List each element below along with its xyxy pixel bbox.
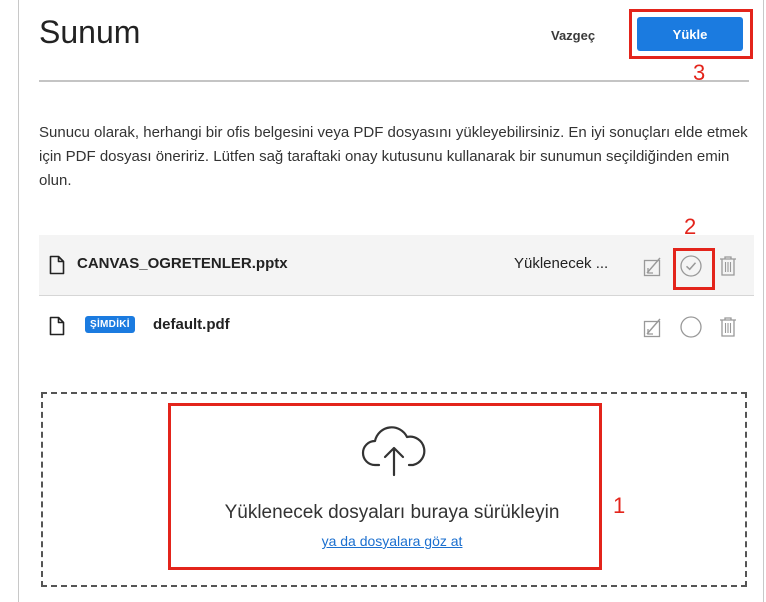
annotation-number-3: 3 bbox=[693, 60, 706, 85]
file-status: Yüklenecek ... bbox=[514, 255, 609, 272]
frame-border-left bbox=[18, 0, 19, 602]
edit-download-icon[interactable] bbox=[643, 317, 663, 344]
cancel-button[interactable]: Vazgeç bbox=[551, 28, 595, 43]
annotation-number-1: 1 bbox=[613, 493, 626, 518]
trash-icon[interactable] bbox=[718, 316, 738, 343]
edit-download-icon[interactable] bbox=[643, 256, 663, 283]
file-row: ŞİMDİKİ default.pdf bbox=[39, 296, 754, 356]
annotation-box-1 bbox=[168, 403, 602, 570]
page-title: Sunum bbox=[39, 14, 141, 50]
annotation-box-3 bbox=[629, 9, 753, 59]
file-icon bbox=[49, 255, 65, 280]
annotation-number-2: 2 bbox=[684, 214, 697, 239]
trash-icon[interactable] bbox=[718, 255, 738, 282]
file-name: CANVAS_OGRETENLER.pptx bbox=[77, 255, 288, 272]
annotation-box-2 bbox=[673, 248, 715, 290]
file-name: default.pdf bbox=[153, 316, 230, 333]
select-presentation-radio[interactable] bbox=[679, 315, 703, 344]
frame-border-right bbox=[763, 0, 764, 602]
file-icon bbox=[49, 316, 65, 341]
description-text: Sunucu olarak, herhangi bir ofis belgesi… bbox=[39, 124, 748, 189]
current-badge: ŞİMDİKİ bbox=[85, 316, 135, 333]
file-row: CANVAS_OGRETENLER.pptx Yüklenecek ... bbox=[39, 235, 754, 296]
header-divider bbox=[39, 80, 749, 82]
